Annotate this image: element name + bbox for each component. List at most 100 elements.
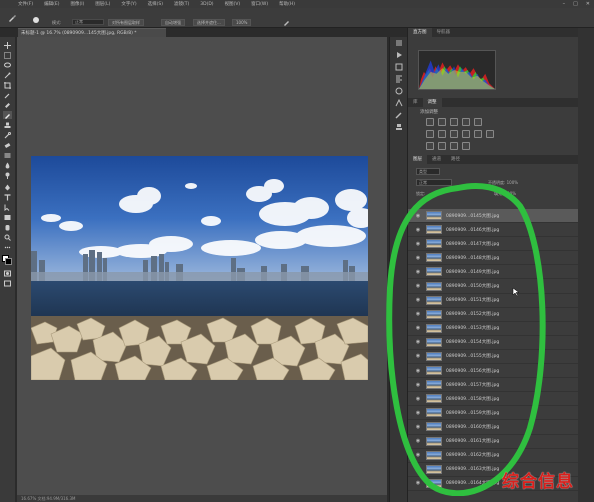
info-panel-icon[interactable] xyxy=(395,87,403,95)
menu-view[interactable]: 视图(V) xyxy=(225,1,241,7)
hand-tool-icon[interactable] xyxy=(3,223,12,231)
visibility-eye-icon[interactable]: ◉ xyxy=(414,311,422,317)
layer-row[interactable]: ◉ 0890909...0155大图.jpg xyxy=(408,350,579,365)
quick-mask-icon[interactable] xyxy=(3,269,12,277)
brush-preset-icon[interactable] xyxy=(33,17,39,23)
layer-filter-select[interactable]: 类型 xyxy=(416,168,440,175)
layer-row[interactable]: ◉ 0890909...0160大图.jpg xyxy=(408,420,579,435)
visibility-eye-icon[interactable]: ◉ xyxy=(414,480,422,486)
menu-window[interactable]: 窗口(W) xyxy=(251,1,268,7)
tab-paths[interactable]: 路径 xyxy=(446,155,465,164)
layer-row[interactable]: ◉ 0890909...0151大图.jpg xyxy=(408,294,579,308)
type-tool-icon[interactable] xyxy=(3,193,12,201)
visibility-eye-icon[interactable]: ◉ xyxy=(414,438,422,444)
brush-tool-icon-active[interactable] xyxy=(3,111,12,119)
history-panel-icon[interactable] xyxy=(395,39,403,47)
history-brush-tool-icon[interactable] xyxy=(3,131,12,139)
hue-saturation-icon[interactable] xyxy=(426,130,434,138)
layer-row[interactable]: ◉ 0890909...0152大图.jpg xyxy=(408,308,579,322)
visibility-eye-icon[interactable]: ◉ xyxy=(414,255,422,261)
background-color-swatch[interactable] xyxy=(5,258,12,265)
pressure-icon[interactable] xyxy=(283,19,290,26)
layer-row[interactable]: ◉ 0890909...0162大图.jpg xyxy=(408,449,579,463)
blur-tool-icon[interactable] xyxy=(3,161,12,169)
menu-help[interactable]: 帮助(H) xyxy=(279,1,295,7)
menu-3d[interactable]: 3D(D) xyxy=(200,2,213,7)
exposure-icon[interactable] xyxy=(462,118,470,126)
visibility-eye-icon[interactable]: ◉ xyxy=(414,452,422,458)
eraser-tool-icon[interactable] xyxy=(3,141,12,149)
visibility-eye-icon[interactable]: ◉ xyxy=(414,368,422,374)
move-tool-icon[interactable] xyxy=(3,41,12,49)
actions-panel-icon[interactable] xyxy=(395,51,403,59)
refine-button[interactable]: 选择并遮住... xyxy=(193,19,225,26)
document-tab[interactable]: 未标题-1 @ 16.7% (0890909...145大图.jpg, RGB/… xyxy=(18,28,166,37)
visibility-eye-icon[interactable]: ◉ xyxy=(414,227,422,233)
visibility-eye-icon[interactable]: ◉ xyxy=(414,241,422,247)
threshold-icon[interactable] xyxy=(450,142,458,150)
tab-adjustments[interactable]: 调整 xyxy=(422,98,442,107)
character-panel-icon[interactable] xyxy=(395,99,403,107)
layer-row[interactable]: ◉ 0890909...0146大图.jpg xyxy=(408,223,579,238)
pen-tool-icon[interactable] xyxy=(3,183,12,191)
gradient-map-icon[interactable] xyxy=(462,142,470,150)
more-tools-icon[interactable] xyxy=(3,243,12,251)
panel-scrollbar[interactable] xyxy=(578,28,594,502)
fill-field[interactable]: 填充: 100% xyxy=(494,191,516,197)
eyedropper-tool-icon[interactable] xyxy=(3,91,12,99)
tab-layers[interactable]: 图层 xyxy=(408,155,427,164)
layer-row[interactable]: ◉ 0890909...0157大图.jpg xyxy=(408,378,579,393)
layer-row[interactable]: ◉ 0890909...0153大图.jpg xyxy=(408,322,579,336)
screen-mode-icon[interactable] xyxy=(3,279,12,287)
crop-tool-icon[interactable] xyxy=(3,81,12,89)
menu-layer[interactable]: 图层(L) xyxy=(95,1,110,7)
close-icon[interactable]: ✕ xyxy=(586,1,590,7)
channel-mixer-icon[interactable] xyxy=(474,130,482,138)
layer-row[interactable]: ◉ 0890909...0148大图.jpg xyxy=(408,251,579,266)
menu-filter[interactable]: 滤镜(T) xyxy=(174,1,189,7)
visibility-eye-icon[interactable]: ◉ xyxy=(414,325,422,331)
layer-row[interactable]: ◉ 0890909...0149大图.jpg xyxy=(408,265,579,280)
menu-edit[interactable]: 编辑(E) xyxy=(44,1,59,7)
mode-select[interactable]: 正常 xyxy=(72,19,104,25)
visibility-eye-icon[interactable]: ◉ xyxy=(414,382,422,388)
sample-all-layers-button[interactable]: 对所有图层取样 xyxy=(108,19,144,26)
brush-settings-panel-icon[interactable] xyxy=(395,111,403,119)
blend-mode-select[interactable]: 正常 xyxy=(416,179,452,186)
tab-libraries[interactable]: 库 xyxy=(408,98,423,107)
photo-filter-icon[interactable] xyxy=(462,130,470,138)
menu-type[interactable]: 文字(Y) xyxy=(121,1,136,7)
menu-select[interactable]: 选择(S) xyxy=(148,1,163,7)
visibility-eye-icon[interactable]: ◉ xyxy=(414,410,422,416)
vibrance-icon[interactable] xyxy=(474,118,482,126)
layer-row[interactable]: ◉ 0890909...0158大图.jpg xyxy=(408,392,579,407)
visibility-eye-icon[interactable]: ◉ xyxy=(414,269,422,275)
layer-row[interactable]: ◉ 0890909...0154大图.jpg xyxy=(408,336,579,350)
properties-panel-icon[interactable] xyxy=(395,63,403,71)
visibility-eye-icon[interactable]: ◉ xyxy=(414,297,422,303)
color-balance-icon[interactable] xyxy=(438,130,446,138)
paragraph-panel-icon[interactable] xyxy=(395,75,403,83)
layer-row[interactable]: ◉ 0890909...0156大图.jpg xyxy=(408,364,579,379)
auto-enhance-button[interactable]: 自动增强 xyxy=(161,19,185,26)
layer-row[interactable]: ◉ 0890909...0159大图.jpg xyxy=(408,406,579,421)
path-select-tool-icon[interactable] xyxy=(3,203,12,211)
minimize-icon[interactable]: – xyxy=(563,1,566,7)
color-lookup-icon[interactable] xyxy=(486,130,494,138)
visibility-eye-icon[interactable]: ◉ xyxy=(414,466,422,472)
clone-source-panel-icon[interactable] xyxy=(395,123,403,131)
tab-navigator[interactable]: 导航器 xyxy=(432,28,456,37)
rectangle-tool-icon[interactable] xyxy=(3,213,12,221)
maximize-icon[interactable]: □ xyxy=(573,1,578,7)
visibility-eye-icon[interactable]: ◉ xyxy=(414,283,422,289)
brightness-icon[interactable] xyxy=(426,118,434,126)
menu-file[interactable]: 文件(F) xyxy=(18,1,33,7)
layer-row[interactable]: ◉ 0890909...0150大图.jpg xyxy=(408,279,579,294)
tab-histogram[interactable]: 直方图 xyxy=(408,28,432,37)
visibility-eye-icon[interactable]: ◉ xyxy=(414,396,422,402)
lasso-tool-icon[interactable] xyxy=(3,61,12,69)
visibility-eye-icon[interactable]: ◉ xyxy=(414,353,422,359)
dodge-tool-icon[interactable] xyxy=(3,171,12,179)
layer-row[interactable]: ◉ 0890909...0161大图.jpg xyxy=(408,435,579,449)
brush-tool-icon[interactable] xyxy=(8,14,16,22)
